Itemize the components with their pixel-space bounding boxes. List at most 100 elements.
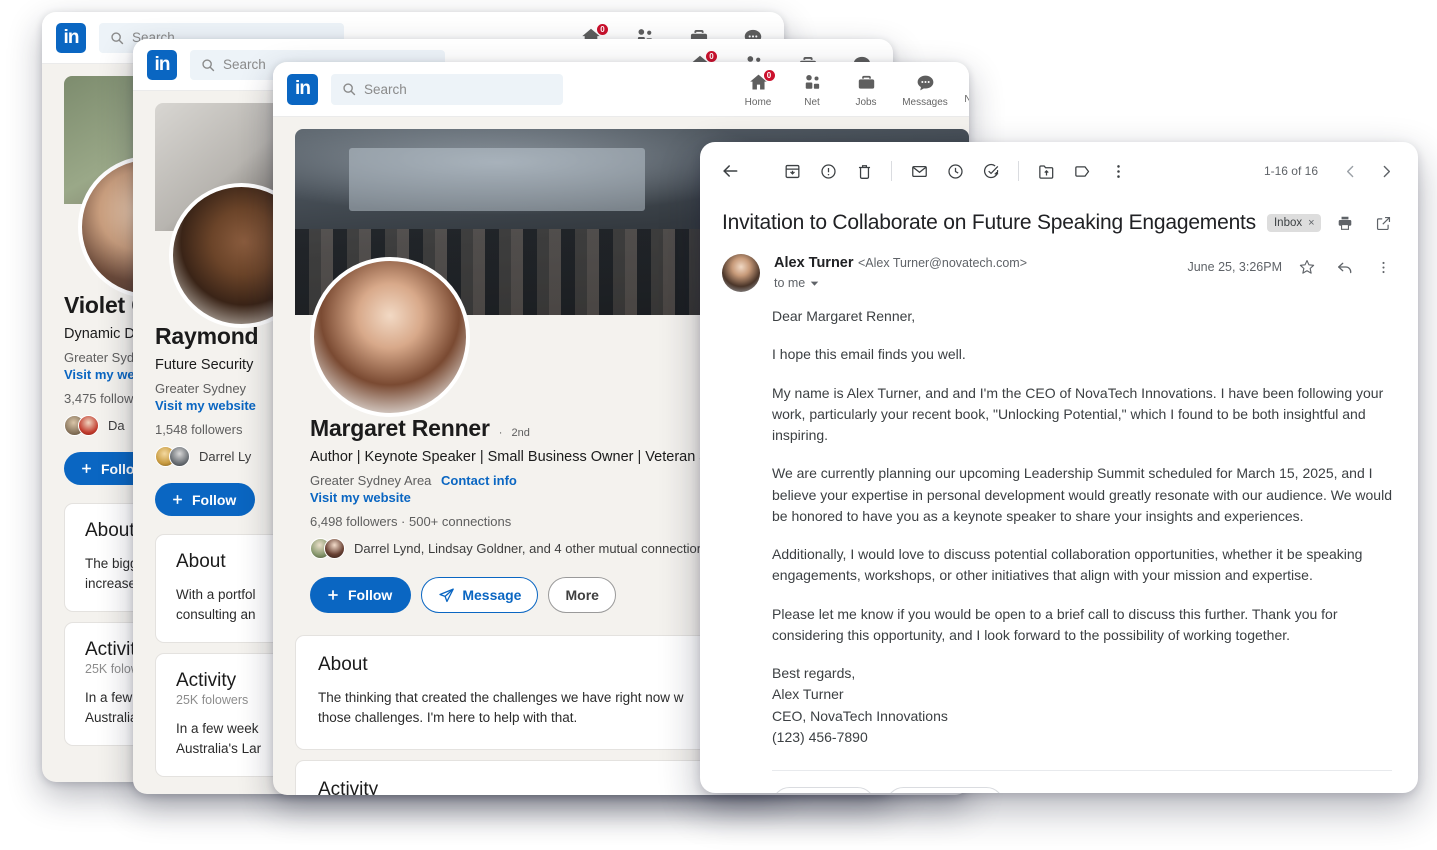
recipient-text: to me	[774, 276, 806, 290]
email-toolbar: 1-16 of 16	[700, 142, 1418, 200]
snooze-icon[interactable]	[937, 153, 973, 189]
nav-label-home: Home	[744, 97, 772, 108]
nav-label-notifications: N	[964, 94, 969, 105]
nav-item-home[interactable]: 0 Home	[731, 69, 785, 108]
plus-icon	[173, 495, 182, 504]
more-label: More	[565, 587, 599, 603]
home-badge: 0	[762, 69, 776, 82]
recipient-line[interactable]: to me	[774, 276, 1027, 290]
email-paragraph: I hope this email finds you well.	[772, 346, 966, 363]
email-body: Dear Margaret Renner, I hope this email …	[700, 292, 1418, 748]
email-subject-row: Invitation to Collaborate on Future Spea…	[700, 200, 1418, 236]
more-vert-icon[interactable]	[1370, 254, 1396, 280]
nav-item-jobs[interactable]: Jobs	[839, 70, 893, 108]
chevron-right-icon[interactable]	[1368, 153, 1404, 189]
nav-label-jobs: Jobs	[855, 97, 877, 108]
email-sender-row: Alex Turner <Alex Turner@novatech.com> t…	[700, 236, 1418, 292]
follow-label: Follow	[348, 587, 393, 603]
linkedin-logo[interactable]: in	[56, 22, 86, 53]
email-paragraph: Please let me know if you would be open …	[772, 605, 1338, 643]
label-icon[interactable]	[1064, 153, 1100, 189]
add-to-tasks-icon[interactable]	[973, 153, 1009, 189]
search-icon	[343, 83, 356, 96]
inbox-label-chip[interactable]: Inbox ×	[1266, 214, 1321, 232]
chip-label: Inbox	[1273, 216, 1303, 229]
avatar[interactable]	[310, 257, 470, 417]
about-line-2: those challenges. I'm here to help with …	[318, 709, 578, 725]
about-line-1: With a portfol	[176, 587, 256, 602]
messages-icon	[915, 72, 936, 96]
avatar[interactable]	[722, 254, 760, 292]
search-input[interactable]: Search	[331, 73, 563, 105]
home-badge: 0	[596, 23, 609, 36]
email-date: June 25, 3:26PM	[1187, 260, 1282, 274]
search-icon	[111, 31, 124, 44]
screenshot-root: in Search 0 Violet C Dynamic D Greater S…	[0, 0, 1437, 850]
nav-item-network[interactable]: Net	[785, 70, 839, 108]
reply-button[interactable]: Reply	[772, 787, 875, 793]
email-actions: Reply Forward	[700, 771, 1418, 793]
email-paragraph: Additionally, I would love to discuss po…	[772, 546, 1363, 584]
linkedin-logo[interactable]: in	[147, 49, 177, 80]
forward-button[interactable]: Forward	[885, 787, 1005, 793]
more-button[interactable]: More	[548, 577, 616, 613]
open-in-new-icon[interactable]	[1370, 210, 1396, 236]
follow-button[interactable]: Follow	[310, 577, 412, 613]
reply-icon[interactable]	[1332, 254, 1358, 280]
delete-icon[interactable]	[846, 153, 882, 189]
facepile	[155, 446, 190, 467]
mutual-text: Darrel Ly	[199, 449, 252, 464]
sender-line: Alex Turner <Alex Turner@novatech.com>	[774, 254, 1027, 272]
plus-icon	[328, 590, 338, 600]
star-icon[interactable]	[1294, 254, 1320, 280]
linkedin-logo[interactable]: in	[287, 73, 318, 105]
activity-line-1: In a few week	[176, 721, 259, 737]
message-label: Message	[462, 587, 522, 603]
about-line-2: consulting an	[176, 606, 256, 622]
mark-unread-icon[interactable]	[901, 153, 937, 189]
more-vert-icon[interactable]	[1100, 153, 1136, 189]
contact-info-link[interactable]: Contact info	[441, 473, 517, 488]
facepile	[310, 538, 345, 559]
move-to-icon[interactable]	[1028, 153, 1064, 189]
email-paragraph: My name is Alex Turner, and and I'm the …	[772, 384, 1384, 444]
degree-prefix: ·	[498, 427, 503, 439]
nav-item-messages[interactable]: Messages	[893, 70, 957, 108]
report-spam-icon[interactable]	[810, 153, 846, 189]
email-subject: Invitation to Collaborate on Future Spea…	[722, 211, 1256, 234]
toolbar-divider	[1018, 161, 1019, 181]
about-line-1: The thinking that created the challenges…	[318, 690, 684, 705]
email-signature: Best regards, Alex Turner CEO, NovaTech …	[772, 665, 948, 745]
toolbar-divider	[891, 161, 892, 181]
chevron-down-icon	[811, 281, 819, 286]
archive-icon[interactable]	[774, 153, 810, 189]
network-icon	[802, 72, 823, 96]
back-arrow-icon[interactable]	[712, 153, 748, 189]
facepile	[64, 415, 99, 436]
plus-icon	[82, 464, 91, 473]
home-icon: 0	[748, 69, 776, 96]
linkedin-navbar: in Search 0 Home Net Jobs Messages N	[273, 62, 969, 117]
jobs-icon	[856, 72, 877, 96]
chevron-left-icon[interactable]	[1332, 153, 1368, 189]
location-text: Greater Sydney Area	[310, 473, 432, 488]
sender-name: Alex Turner	[774, 255, 854, 271]
search-placeholder: Search	[223, 57, 266, 72]
sender-email: <Alex Turner@novatech.com>	[857, 256, 1027, 270]
message-count: 1-16 of 16	[1263, 164, 1318, 178]
search-icon	[202, 58, 215, 71]
avatar	[78, 415, 99, 436]
message-button[interactable]: Message	[421, 577, 539, 613]
nav-item-notifications[interactable]: N	[957, 70, 969, 105]
avatar	[169, 446, 190, 467]
print-icon[interactable]	[1332, 210, 1358, 236]
connection-degree: 2nd	[511, 427, 530, 439]
mutual-text: Darrel Lynd, Lindsay Goldner, and 4 othe…	[354, 541, 711, 556]
send-icon	[439, 587, 455, 602]
nav-label-messages: Messages	[902, 97, 948, 108]
follow-label: Follow	[192, 491, 237, 508]
follow-button[interactable]: Follow	[155, 483, 256, 516]
email-paragraph: Dear Margaret Renner,	[772, 308, 916, 324]
chip-remove-icon[interactable]: ×	[1308, 217, 1314, 229]
email-paragraph: We are currently planning our upcoming L…	[772, 465, 1392, 524]
